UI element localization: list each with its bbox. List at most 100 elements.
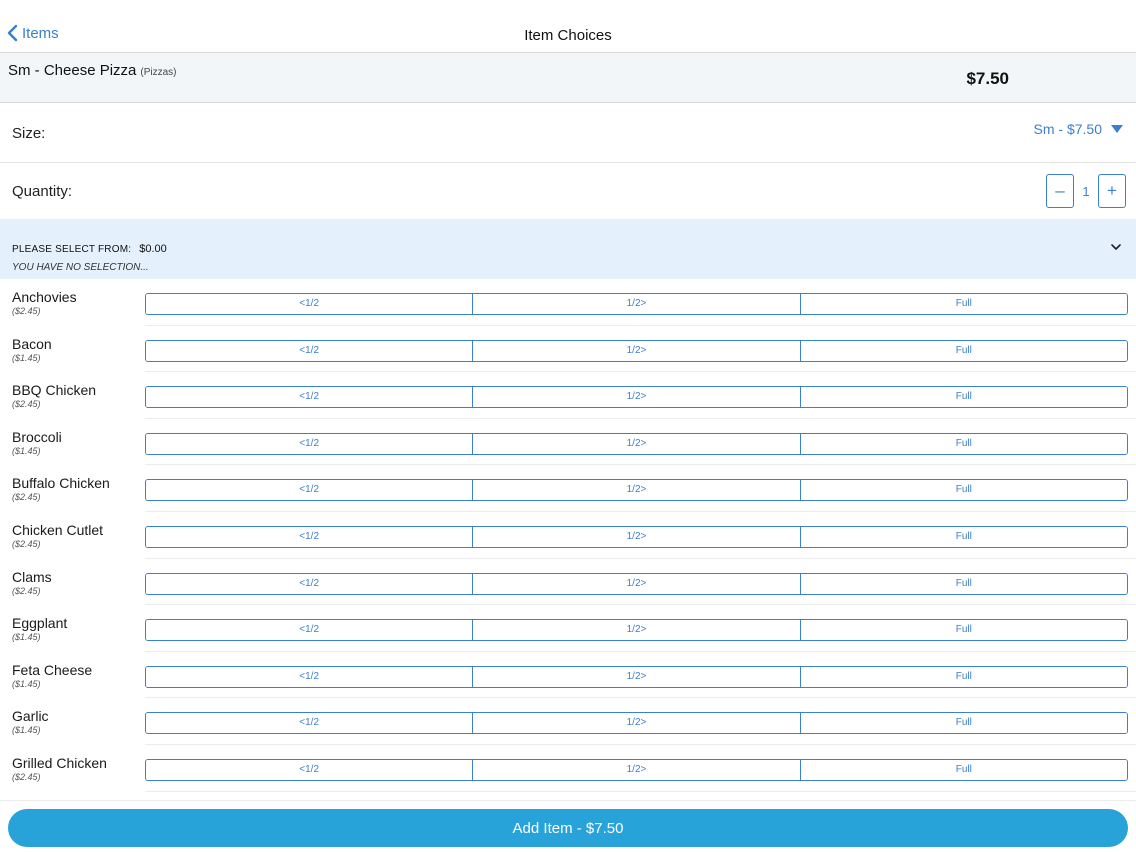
topping-row: BBQ Chicken ($2.45) <1/2 1/2> Full [0, 372, 1136, 419]
portion-full-button[interactable]: Full [799, 620, 1127, 641]
portion-selector: <1/2 1/2> Full [145, 758, 1128, 781]
section-amount: $0.00 [139, 243, 167, 255]
topping-price: ($2.45) [12, 399, 41, 410]
portion-left-half-button[interactable]: <1/2 [146, 713, 473, 734]
topping-name: Eggplant [12, 615, 68, 632]
add-item-button[interactable]: Add Item - $7.50 [8, 809, 1128, 847]
portion-selector: <1/2 1/2> Full [145, 293, 1128, 315]
topping-price: ($2.45) [12, 306, 41, 316]
topping-row: Grilled Chicken ($2.45) <1/2 1/2> Full [0, 745, 1136, 792]
navigation-bar: Items Item Choices [0, 0, 1136, 53]
item-category: (Pizzas) [140, 67, 177, 78]
portion-left-half-button[interactable]: <1/2 [146, 294, 473, 314]
portion-right-half-button[interactable]: 1/2> [472, 713, 800, 734]
portion-right-half-button[interactable]: 1/2> [472, 480, 800, 501]
triangle-down-icon [1111, 125, 1123, 133]
topping-name: Anchovies [12, 289, 77, 305]
topping-name: Broccoli [12, 428, 62, 445]
size-label: Size: [12, 125, 46, 142]
item-name: Sm - Cheese Pizza [8, 62, 137, 79]
topping-row: Eggplant ($1.45) <1/2 1/2> Full [0, 605, 1136, 652]
topping-row: Broccoli ($1.45) <1/2 1/2> Full [0, 419, 1136, 466]
quantity-row: Quantity: – 1 + [0, 163, 1136, 219]
topping-name: Chicken Cutlet [12, 521, 104, 538]
portion-selector: <1/2 1/2> Full [145, 479, 1128, 502]
portion-left-half-button[interactable]: <1/2 [146, 340, 473, 361]
size-dropdown[interactable]: Sm - $7.50 [1034, 121, 1124, 137]
portion-left-half-button[interactable]: <1/2 [146, 573, 473, 594]
quantity-label: Quantity: [12, 183, 73, 200]
item-header: Sm - Cheese Pizza (Pizzas) $7.50 [0, 53, 1136, 103]
topping-row: Chicken Cutlet ($2.45) <1/2 1/2> Full [0, 512, 1136, 559]
chevron-down-icon[interactable] [1110, 242, 1122, 252]
topping-price: ($2.45) [12, 538, 41, 549]
portion-full-button[interactable]: Full [799, 713, 1127, 734]
portion-left-half-button[interactable]: <1/2 [146, 526, 473, 547]
portion-right-half-button[interactable]: 1/2> [472, 387, 800, 408]
topping-price: ($1.45) [12, 725, 41, 736]
portion-right-half-button[interactable]: 1/2> [472, 526, 800, 547]
portion-selector: <1/2 1/2> Full [145, 525, 1128, 548]
topping-row: Clams ($2.45) <1/2 1/2> Full [0, 559, 1136, 606]
topping-name: Bacon [12, 335, 52, 352]
size-selected-value: Sm - $7.50 [1033, 121, 1102, 137]
topping-name: Clams [12, 568, 52, 585]
portion-selector: <1/2 1/2> Full [145, 572, 1128, 595]
section-title-block: PLEASE SELECT FROM: $0.00 [12, 243, 167, 255]
portion-full-button[interactable]: Full [799, 573, 1127, 594]
topping-price: ($2.45) [12, 771, 41, 782]
portion-right-half-button[interactable]: 1/2> [472, 340, 800, 361]
portion-full-button[interactable]: Full [799, 759, 1127, 780]
portion-right-half-button[interactable]: 1/2> [472, 759, 800, 780]
footer-bar: Add Item - $7.50 [0, 800, 1136, 852]
topping-price: ($1.45) [12, 445, 41, 456]
topping-price: ($2.45) [12, 585, 41, 596]
portion-full-button[interactable]: Full [799, 433, 1127, 454]
page-title: Item Choices [524, 27, 612, 44]
app-window: Items Item Choices Sm - Cheese Pizza (Piz… [0, 0, 1136, 852]
topping-row: Garlic ($1.45) <1/2 1/2> Full [0, 698, 1136, 745]
topping-price: ($1.45) [12, 352, 41, 363]
topping-name: Garlic [12, 708, 49, 725]
quantity-increase-button[interactable]: + [1098, 174, 1126, 208]
portion-selector: <1/2 1/2> Full [145, 665, 1128, 688]
portion-selector: <1/2 1/2> Full [145, 619, 1128, 642]
item-price: $7.50 [966, 69, 1009, 88]
section-subtitle: YOU HAVE NO SELECTION... [12, 262, 149, 273]
portion-left-half-button[interactable]: <1/2 [146, 387, 473, 408]
portion-right-half-button[interactable]: 1/2> [472, 294, 800, 314]
portion-full-button[interactable]: Full [799, 340, 1127, 361]
portion-right-half-button[interactable]: 1/2> [472, 573, 800, 594]
topping-name: Grilled Chicken [12, 754, 107, 771]
portion-right-half-button[interactable]: 1/2> [472, 433, 800, 454]
section-title: PLEASE SELECT FROM: [12, 244, 132, 255]
topping-price: ($1.45) [12, 632, 41, 643]
options-section-header[interactable]: PLEASE SELECT FROM: $0.00 YOU HAVE NO SEL… [0, 219, 1136, 279]
portion-full-button[interactable]: Full [799, 387, 1127, 408]
item-name-block: Sm - Cheese Pizza (Pizzas) [8, 62, 177, 79]
topping-row: Anchovies ($2.45) <1/2 1/2> Full [0, 279, 1136, 326]
portion-left-half-button[interactable]: <1/2 [146, 433, 473, 454]
portion-full-button[interactable]: Full [799, 294, 1127, 314]
quantity-stepper: – 1 + [1046, 174, 1126, 208]
topping-price: ($1.45) [12, 678, 41, 689]
portion-full-button[interactable]: Full [799, 526, 1127, 547]
portion-left-half-button[interactable]: <1/2 [146, 666, 473, 687]
portion-right-half-button[interactable]: 1/2> [472, 620, 800, 641]
portion-full-button[interactable]: Full [799, 666, 1127, 687]
portion-right-half-button[interactable]: 1/2> [472, 666, 800, 687]
portion-selector: <1/2 1/2> Full [145, 386, 1128, 409]
portion-left-half-button[interactable]: <1/2 [146, 480, 473, 501]
size-row: Size: Sm - $7.50 [0, 103, 1136, 163]
topping-name: Feta Cheese [12, 661, 93, 678]
portion-left-half-button[interactable]: <1/2 [146, 759, 473, 780]
topping-name: BBQ Chicken [12, 382, 97, 399]
topping-name: Buffalo Chicken [12, 475, 110, 492]
quantity-value: 1 [1082, 183, 1090, 199]
portion-selector: <1/2 1/2> Full [145, 432, 1128, 455]
portion-full-button[interactable]: Full [799, 480, 1127, 501]
toppings-list: Anchovies ($2.45) <1/2 1/2> Full Bacon ($1.45)… [0, 279, 1136, 800]
portion-selector: <1/2 1/2> Full [145, 712, 1128, 735]
portion-left-half-button[interactable]: <1/2 [146, 620, 473, 641]
quantity-decrease-button[interactable]: – [1046, 174, 1074, 208]
